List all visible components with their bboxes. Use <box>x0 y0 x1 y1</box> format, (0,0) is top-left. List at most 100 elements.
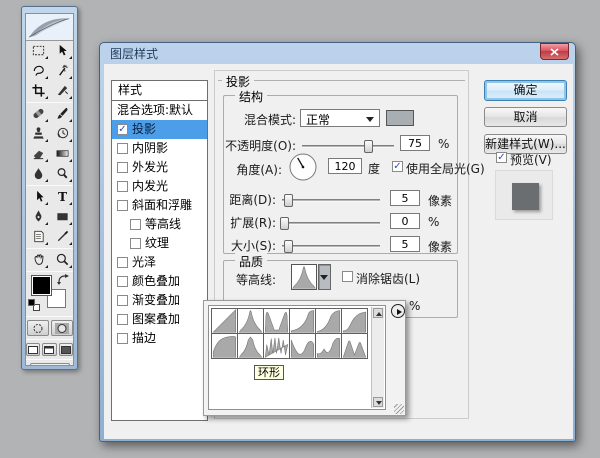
spread-slider[interactable] <box>279 217 380 230</box>
type-tool[interactable]: T <box>50 187 73 207</box>
scroll-up-icon[interactable] <box>373 308 383 318</box>
magic-wand-tool[interactable] <box>50 61 73 81</box>
style-item-3[interactable]: 外发光 <box>112 158 207 177</box>
contour-thumb-cone-inverted[interactable] <box>263 308 290 334</box>
ok-button[interactable]: 确定 <box>484 80 567 101</box>
crop-tool[interactable] <box>26 81 50 101</box>
dialog-titlebar[interactable]: 图层样式 <box>104 45 544 64</box>
fullscreen-button[interactable] <box>58 343 73 356</box>
contour-thumb-linear[interactable] <box>211 308 238 334</box>
standard-screen-button[interactable] <box>26 343 41 356</box>
eyedropper-tool[interactable] <box>50 227 73 247</box>
quickmask-mode-button[interactable] <box>50 320 73 336</box>
shape-tool[interactable] <box>50 207 73 227</box>
style-item-9[interactable]: 颜色叠加 <box>112 272 207 291</box>
jump-to-imageready-button[interactable] <box>29 363 70 365</box>
style-item-0[interactable]: 混合选项:默认 <box>112 101 207 120</box>
contour-thumb-half-round[interactable] <box>211 333 238 359</box>
contour-flyout-menu-button[interactable] <box>391 304 405 318</box>
style-checkbox[interactable] <box>117 181 128 192</box>
style-checkbox[interactable] <box>117 162 128 173</box>
hand-tool[interactable] <box>26 250 50 270</box>
size-slider[interactable] <box>282 240 380 253</box>
contour-thumb-wave[interactable] <box>289 333 316 359</box>
distance-slider[interactable] <box>282 194 380 207</box>
blur-tool[interactable] <box>26 164 50 184</box>
contour-thumb-two-peaks[interactable] <box>341 333 368 359</box>
dodge-tool[interactable] <box>50 164 73 184</box>
blend-mode-select[interactable]: 正常 <box>300 109 380 127</box>
contour-well[interactable] <box>291 264 317 290</box>
lasso-tool[interactable] <box>26 61 50 81</box>
style-checkbox[interactable] <box>117 333 128 344</box>
style-item-4[interactable]: 内发光 <box>112 177 207 196</box>
zoom-tool[interactable] <box>50 250 73 270</box>
move-tool[interactable] <box>50 41 73 61</box>
contour-thumb-triple-ring[interactable] <box>263 333 290 359</box>
contour-thumb-gaussian[interactable] <box>341 308 368 334</box>
pen-tool[interactable] <box>26 207 50 227</box>
style-checkbox[interactable] <box>130 219 141 230</box>
style-item-7[interactable]: 纹理 <box>112 234 207 253</box>
size-input[interactable] <box>390 236 420 252</box>
default-colors-icon[interactable] <box>28 299 41 312</box>
standard-mode-button[interactable] <box>26 320 49 336</box>
opacity-input[interactable] <box>400 135 430 151</box>
size-slider-thumb[interactable] <box>283 240 293 253</box>
contour-thumb-cove-deep[interactable] <box>289 308 316 334</box>
clone-stamp-tool[interactable] <box>26 124 50 144</box>
linear-contour-icon <box>212 309 237 333</box>
use-global-light-checkbox[interactable]: ✓ <box>392 161 403 172</box>
eraser-tool[interactable] <box>26 144 50 164</box>
angle-input[interactable] <box>328 158 362 174</box>
shadow-color-swatch[interactable] <box>386 110 414 126</box>
gradient-tool[interactable] <box>50 144 73 164</box>
resize-grip[interactable] <box>394 404 404 414</box>
distance-input[interactable] <box>390 190 420 206</box>
distance-slider-thumb[interactable] <box>283 194 293 207</box>
style-item-1[interactable]: ✓ 投影 <box>112 120 207 139</box>
spread-slider-thumb[interactable] <box>279 217 289 230</box>
contour-thumb-cone[interactable] <box>237 308 264 334</box>
antialias-checkbox[interactable] <box>342 271 353 282</box>
cancel-button[interactable]: 取消 <box>484 107 567 127</box>
style-item-12[interactable]: 描边 <box>112 329 207 348</box>
style-item-6[interactable]: 等高线 <box>112 215 207 234</box>
style-checkbox[interactable] <box>117 276 128 287</box>
style-checkbox[interactable] <box>117 314 128 325</box>
close-button[interactable] <box>540 43 569 60</box>
contour-thumb-ring[interactable] <box>237 333 264 359</box>
opacity-slider[interactable] <box>302 140 394 153</box>
path-selection-tool[interactable] <box>26 187 50 207</box>
style-checkbox[interactable] <box>130 238 141 249</box>
preview-checkbox[interactable]: ✓ <box>496 152 507 163</box>
two-peaks-contour-icon <box>342 340 367 358</box>
swap-colors-icon[interactable] <box>57 274 71 285</box>
scroll-down-icon[interactable] <box>373 397 383 407</box>
contour-thumb-cove-shallow[interactable] <box>315 308 342 334</box>
style-item-11[interactable]: 图案叠加 <box>112 310 207 329</box>
rectangular-marquee-tool[interactable] <box>26 41 50 61</box>
fullscreen-menubar-button[interactable] <box>42 343 57 356</box>
spread-input[interactable] <box>390 213 420 229</box>
contour-scrollbar[interactable] <box>371 307 384 408</box>
contour-dropdown-button[interactable] <box>318 264 331 290</box>
contour-thumb-rolling-slope[interactable] <box>315 333 342 359</box>
angle-dial[interactable] <box>288 152 318 182</box>
brush-tool[interactable] <box>50 104 73 124</box>
opacity-slider-thumb[interactable] <box>364 140 374 153</box>
history-brush-tool[interactable] <box>50 124 73 144</box>
style-item-8[interactable]: 光泽 <box>112 253 207 272</box>
notes-tool[interactable] <box>26 227 50 247</box>
style-checkbox[interactable] <box>117 257 128 268</box>
style-item-10[interactable]: 渐变叠加 <box>112 291 207 310</box>
foreground-color-swatch[interactable] <box>31 275 52 296</box>
style-checkbox[interactable] <box>117 200 128 211</box>
style-checkbox[interactable] <box>117 295 128 306</box>
slice-tool[interactable] <box>50 81 73 101</box>
style-item-5[interactable]: 斜面和浮雕 <box>112 196 207 215</box>
style-checkbox[interactable]: ✓ <box>117 124 128 135</box>
healing-brush-tool[interactable] <box>26 104 50 124</box>
style-item-2[interactable]: 内阴影 <box>112 139 207 158</box>
style-checkbox[interactable] <box>117 143 128 154</box>
